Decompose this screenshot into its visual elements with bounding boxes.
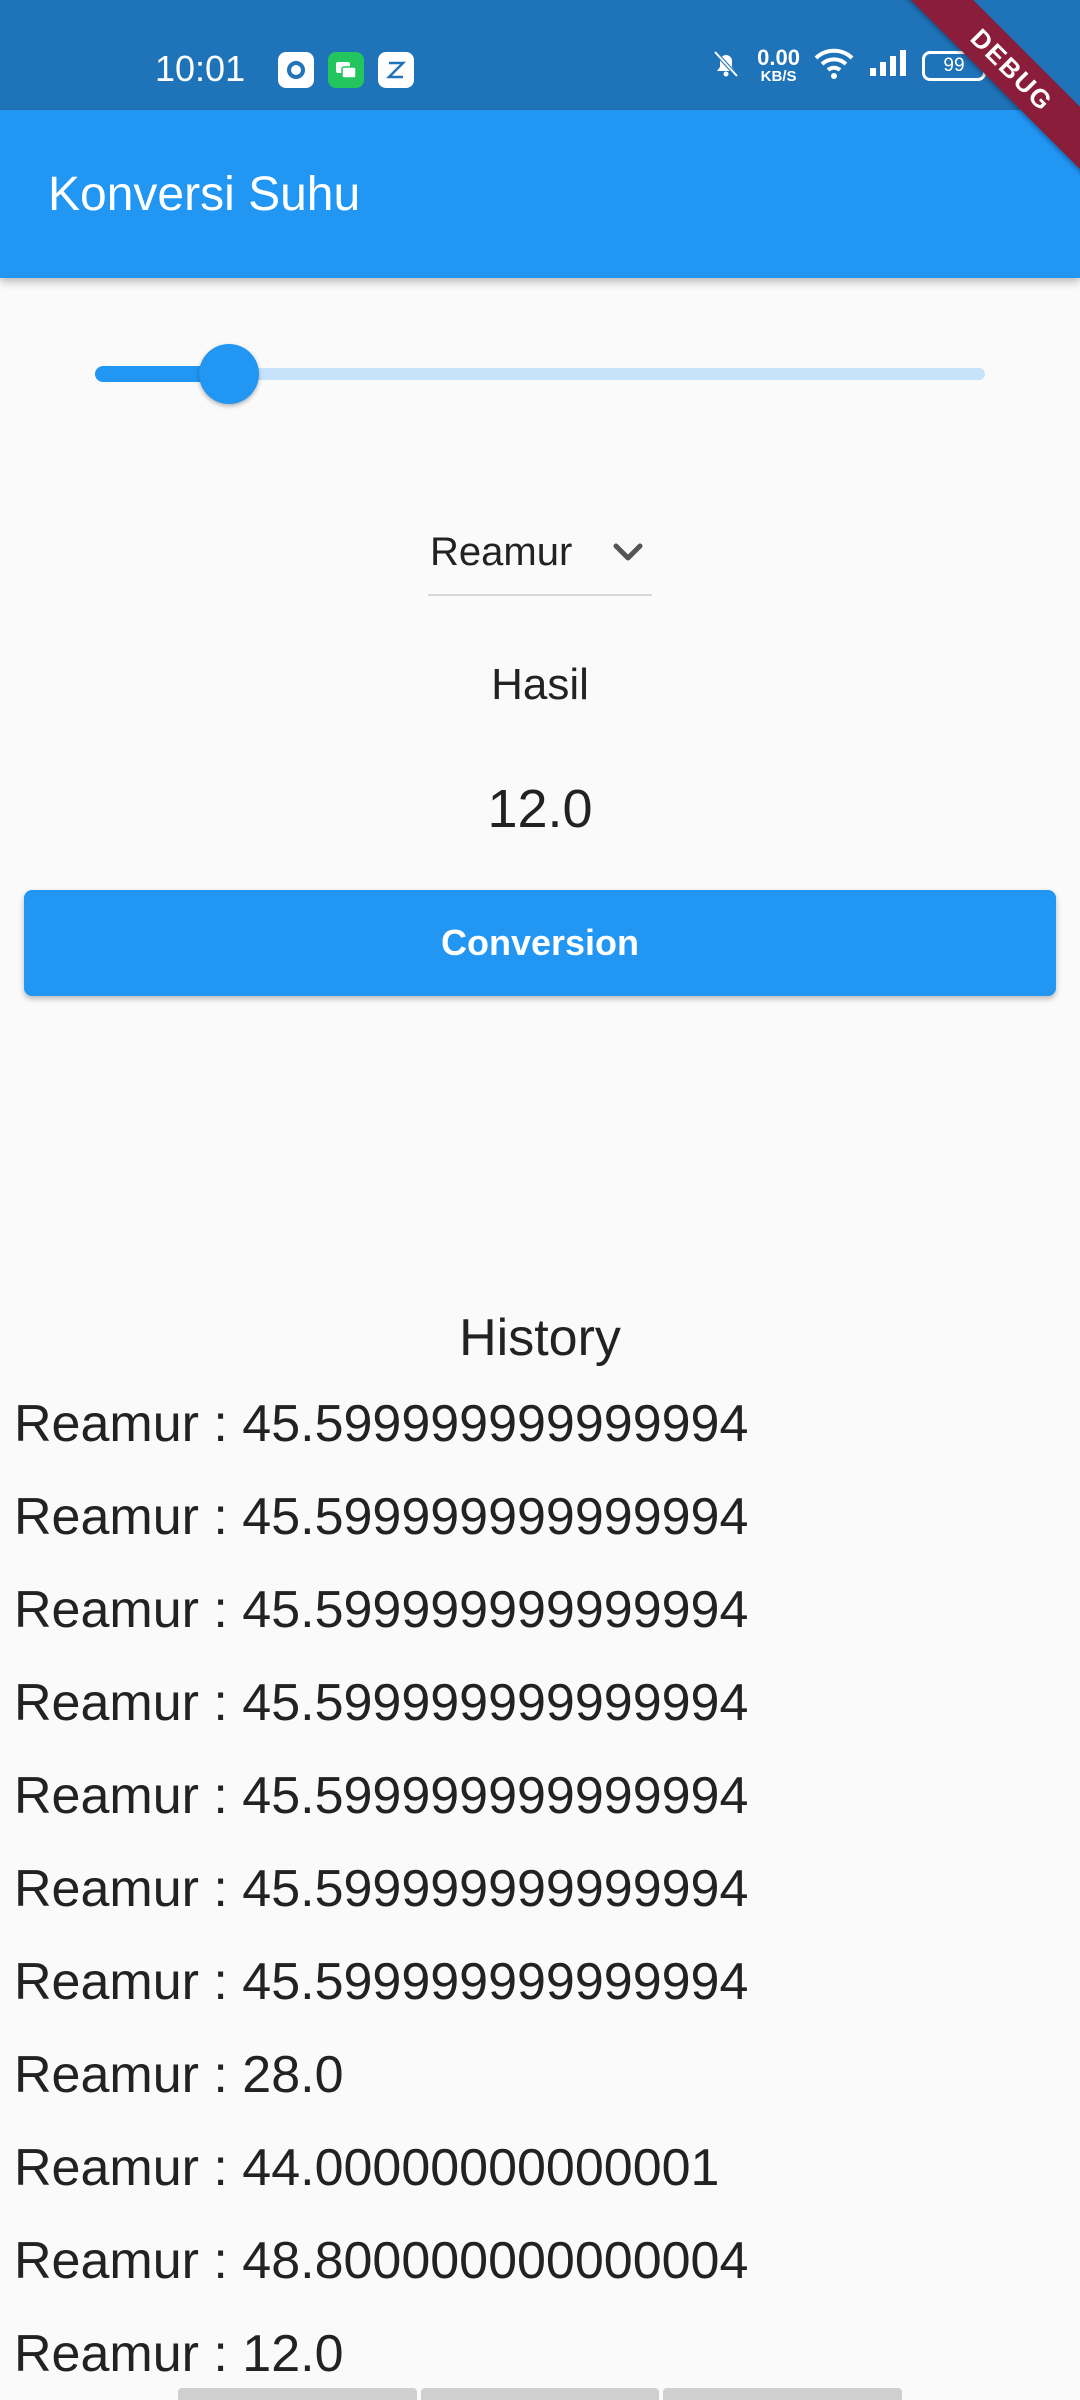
- result-label: Hasil: [491, 660, 589, 709]
- unit-dropdown-value: Reamur: [430, 529, 573, 574]
- camera-icon: [278, 52, 314, 88]
- conversion-button[interactable]: Conversion: [24, 890, 1056, 996]
- history-item: Reamur : 45.599999999999994: [14, 1581, 749, 1639]
- app-title: Konversi Suhu: [48, 167, 361, 221]
- history-list: Reamur : 45.599999999999994 Reamur : 45.5…: [14, 1378, 1054, 2400]
- result-value: 12.0: [487, 779, 593, 839]
- app-bar: Konversi Suhu: [0, 110, 1080, 278]
- nav-handle-segment: [420, 2388, 660, 2400]
- history-item: Reamur : 45.599999999999994: [14, 1488, 749, 1546]
- history-item: Reamur : 28.0: [14, 2046, 344, 2104]
- status-time: 10:01: [155, 48, 246, 89]
- network-speed: 0.00 KB/S: [757, 45, 800, 85]
- wifi-icon: [814, 46, 854, 85]
- navigation-handle: [178, 2388, 903, 2400]
- history-item: Reamur : 45.599999999999994: [14, 1767, 749, 1825]
- mute-bell-icon: [709, 46, 743, 85]
- message-icon: [328, 52, 364, 88]
- z-app-icon: [378, 52, 414, 88]
- history-item: Reamur : 45.599999999999994: [14, 1395, 749, 1453]
- temperature-slider[interactable]: [95, 340, 985, 406]
- unit-dropdown[interactable]: Reamur: [428, 510, 652, 596]
- net-speed-value: 0.00: [757, 45, 800, 70]
- history-item: Reamur : 45.599999999999994: [14, 1860, 749, 1918]
- net-speed-unit: KB/S: [760, 68, 797, 85]
- nav-handle-segment: [178, 2388, 417, 2400]
- nav-handle-segment: [663, 2388, 903, 2400]
- signal-icon: [868, 48, 908, 83]
- chevron-down-icon: [606, 530, 650, 574]
- notification-icons: [278, 52, 414, 88]
- screen: 10:01 0.00 KB/S 99 DEBUG Konversi Suhu R…: [0, 0, 1080, 2400]
- history-item: Reamur : 45.599999999999994: [14, 1674, 749, 1732]
- history-item: Reamur : 12.0: [14, 2325, 344, 2383]
- history-item: Reamur : 48.800000000000004: [14, 2232, 749, 2290]
- history-title: History: [459, 1309, 621, 1367]
- status-bar: 10:01 0.00 KB/S 99: [0, 0, 1080, 110]
- history-item: Reamur : 45.599999999999994: [14, 1953, 749, 2011]
- history-item: Reamur : 44.00000000000001: [14, 2139, 720, 2197]
- battery-level: 99: [943, 54, 965, 76]
- slider-thumb[interactable]: [198, 344, 259, 404]
